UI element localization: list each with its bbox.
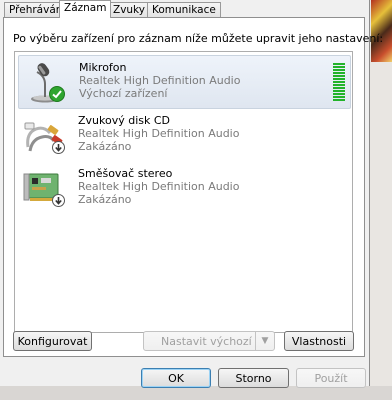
sound-card-icon — [22, 166, 66, 210]
device-driver: Realtek High Definition Audio — [79, 74, 241, 87]
set-default-label: Nastavit výchozí — [161, 335, 252, 348]
disabled-arrow-icon — [52, 194, 65, 207]
device-name: Mikrofon — [79, 61, 127, 74]
tab-recording[interactable]: Záznam — [59, 0, 112, 18]
device-driver: Realtek High Definition Audio — [78, 127, 240, 140]
set-default-button[interactable]: Nastavit výchozí ▼ — [143, 331, 275, 351]
cancel-button[interactable]: Storno — [218, 368, 289, 388]
instruction-text: Po výběru zařízení pro záznam níže můžet… — [13, 32, 384, 45]
tab-communications[interactable]: Komunikace — [147, 2, 221, 17]
default-check-icon — [49, 86, 65, 102]
background-window-art — [371, 0, 392, 62]
device-driver: Realtek High Definition Audio — [78, 180, 240, 193]
device-name: Směšovač stereo — [78, 167, 173, 180]
device-name: Zvukový disk CD — [78, 114, 171, 127]
device-microphone[interactable]: Mikrofon Realtek High Definition Audio V… — [18, 55, 351, 109]
disabled-arrow-icon — [52, 141, 65, 154]
device-status: Zakázáno — [78, 193, 132, 206]
microphone-icon — [23, 60, 67, 104]
sound-dialog: Přehrávání Záznam Zvuky Komunikace Po vý… — [0, 0, 383, 388]
device-cd-audio[interactable]: Zvukový disk CD Realtek High Definition … — [18, 109, 349, 161]
device-stereo-mix[interactable]: Směšovač stereo Realtek High Definition … — [18, 162, 349, 214]
tab-sounds[interactable]: Zvuky — [108, 2, 150, 17]
device-status: Zakázáno — [78, 140, 132, 153]
device-status: Výchozí zařízení — [79, 87, 168, 100]
device-list[interactable]: Mikrofon Realtek High Definition Audio V… — [14, 51, 353, 333]
dropdown-arrow-icon[interactable]: ▼ — [255, 332, 274, 350]
apply-button[interactable]: Použít — [296, 368, 366, 388]
ok-button[interactable]: OK — [141, 368, 211, 388]
input-level-meter — [333, 63, 345, 102]
configure-button[interactable]: Konfigurovat — [13, 331, 92, 351]
recording-panel: Po výběru zařízení pro záznam níže můžet… — [3, 17, 383, 357]
cd-audio-cable-icon — [22, 113, 66, 157]
properties-button[interactable]: Vlastnosti — [284, 331, 354, 351]
